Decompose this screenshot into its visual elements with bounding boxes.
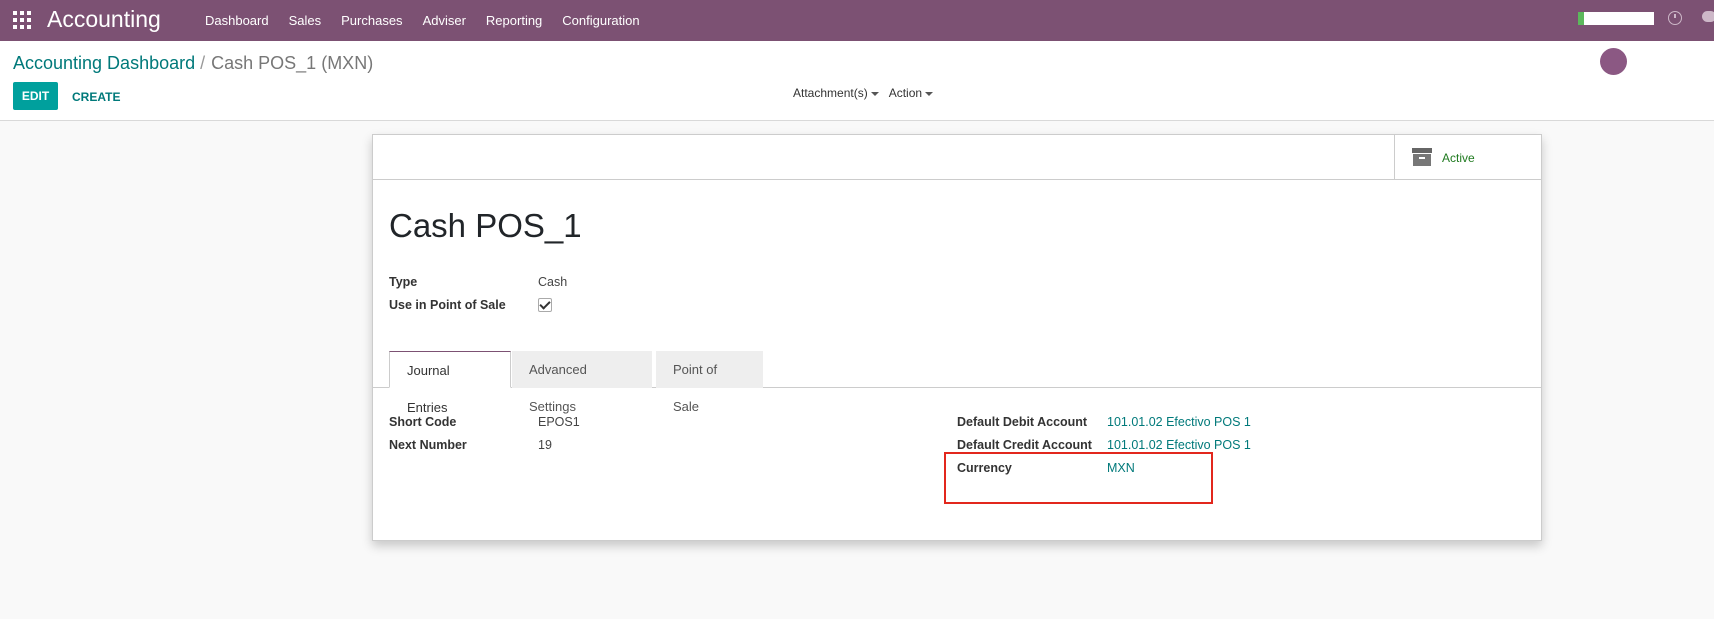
avatar[interactable] [1600, 48, 1627, 75]
breadcrumb-accounting-dashboard[interactable]: Accounting Dashboard [13, 53, 195, 73]
default-debit-account-link[interactable]: 101.01.02 Efectivo POS 1 [1107, 415, 1251, 429]
breadcrumb: Accounting Dashboard / Cash POS_1 (MXN) [13, 53, 373, 74]
menu-sales[interactable]: Sales [289, 0, 322, 41]
activity-clock-icon[interactable] [1668, 11, 1682, 25]
active-label: Active [1442, 151, 1475, 165]
control-panel: Accounting Dashboard / Cash POS_1 (MXN) ED… [0, 41, 1714, 121]
attachments-label: Attachment(s) [793, 86, 868, 100]
chat-icon[interactable] [1702, 11, 1714, 22]
app-brand[interactable]: Accounting [47, 6, 161, 33]
tab-advanced-settings[interactable]: Advanced Settings [512, 351, 652, 414]
menu-dashboard[interactable]: Dashboard [205, 0, 269, 41]
use-in-pos-checkbox[interactable] [538, 298, 552, 312]
breadcrumb-separator: / [200, 53, 206, 73]
apps-grid-icon[interactable] [13, 11, 31, 29]
default-credit-label: Default Credit Account [957, 438, 1092, 452]
menu-configuration[interactable]: Configuration [562, 0, 639, 41]
type-value: Cash [538, 275, 568, 289]
short-code-value: EPOS1 [538, 415, 580, 429]
short-code-label: Short Code [389, 415, 457, 429]
next-number-value: 19 [538, 438, 552, 452]
default-credit-account-link[interactable]: 101.01.02 Efectivo POS 1 [1107, 438, 1251, 452]
menu-reporting[interactable]: Reporting [486, 0, 542, 41]
attachments-dropdown[interactable]: Attachment(s) [793, 86, 879, 100]
archive-icon [1412, 148, 1432, 166]
caret-down-icon [870, 91, 879, 96]
default-debit-label: Default Debit Account [957, 415, 1088, 429]
pos-label: Use in Point of Sale [389, 298, 506, 312]
action-dropdown[interactable]: Action [888, 86, 934, 100]
action-label: Action [888, 86, 923, 100]
caret-down-icon [925, 91, 934, 96]
active-toggle-button[interactable]: Active [1394, 135, 1541, 179]
sidebar-dropdowns: Attachment(s) Action [793, 86, 943, 100]
record-title: Cash POS_1 [389, 207, 582, 244]
create-button[interactable]: CREATE [72, 90, 120, 104]
tab-point-of-sale[interactable]: Point of Sale [656, 351, 763, 414]
button-box: Active [373, 135, 1541, 180]
type-label: Type [389, 275, 418, 289]
main-menu: Dashboard Sales Purchases Adviser Report… [205, 0, 660, 41]
currency-highlight-box [944, 452, 1213, 504]
next-number-label: Next Number [389, 438, 467, 452]
breadcrumb-current: Cash POS_1 (MXN) [211, 53, 374, 73]
edit-button[interactable]: EDIT [13, 82, 58, 110]
tab-journal-entries[interactable]: Journal Entries [389, 351, 511, 415]
menu-purchases[interactable]: Purchases [341, 0, 402, 41]
top-navbar: Accounting Dashboard Sales Purchases Adv… [0, 0, 1714, 41]
user-menu[interactable] [1578, 12, 1654, 25]
menu-adviser[interactable]: Adviser [423, 0, 466, 41]
